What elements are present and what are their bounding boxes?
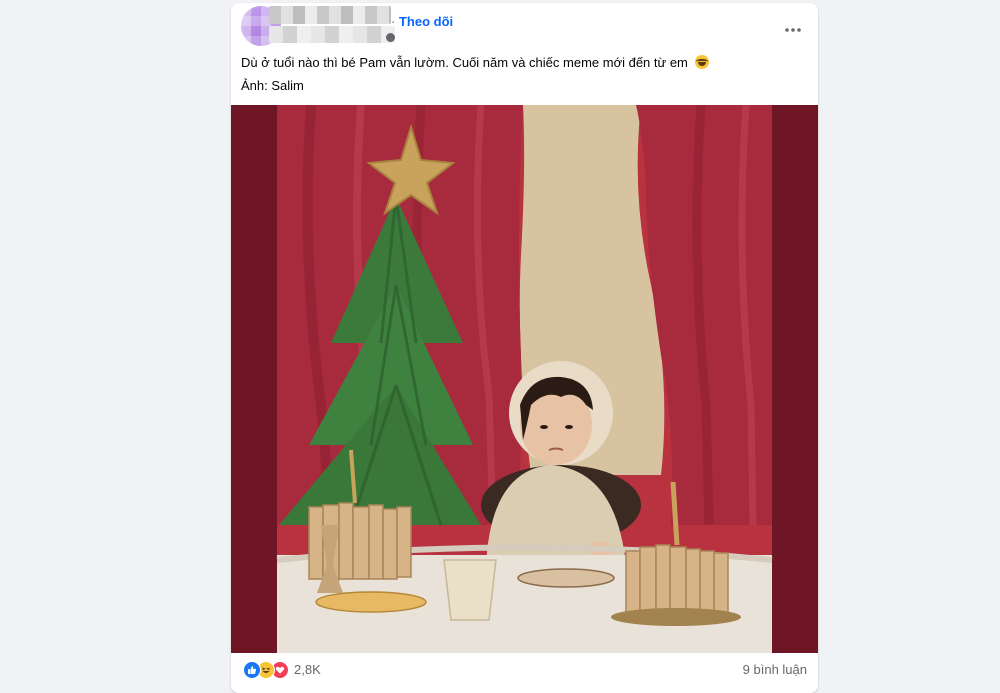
reaction-icons[interactable] — [243, 661, 291, 679]
laughing-emoji-icon — [694, 55, 709, 69]
post-credit: Ảnh: Salim — [241, 78, 304, 93]
follow-separator: · — [391, 14, 396, 29]
like-icon — [243, 661, 261, 679]
post-text: Dù ở tuổi nào thì bé Pam vẫn lườm. Cuối … — [241, 55, 801, 94]
author-name-blurred[interactable] — [269, 6, 391, 24]
reaction-count[interactable]: 2,8K — [294, 662, 321, 677]
post-caption: Dù ở tuổi nào thì bé Pam vẫn lườm. Cuối … — [241, 55, 688, 70]
follow-wrap: · Theo dõi — [391, 14, 453, 30]
post-caption-line: Dù ở tuổi nào thì bé Pam vẫn lườm. Cuối … — [241, 55, 801, 71]
globe-icon — [386, 33, 395, 42]
more-options-button[interactable] — [780, 17, 806, 43]
post-meta-blurred — [269, 26, 395, 43]
post-header: · Theo dõi — [231, 3, 818, 51]
comment-count[interactable]: 9 bình luận — [743, 662, 807, 677]
more-horizontal-icon — [785, 28, 801, 32]
post-photo[interactable] — [231, 105, 818, 653]
follow-button[interactable]: Theo dõi — [399, 14, 453, 29]
post-card: · Theo dõi Dù ở tuổi nào thì bé Pam vẫn … — [231, 3, 818, 693]
photo-illustration — [231, 105, 818, 653]
reaction-bar: 2,8K 9 bình luận — [231, 656, 818, 680]
